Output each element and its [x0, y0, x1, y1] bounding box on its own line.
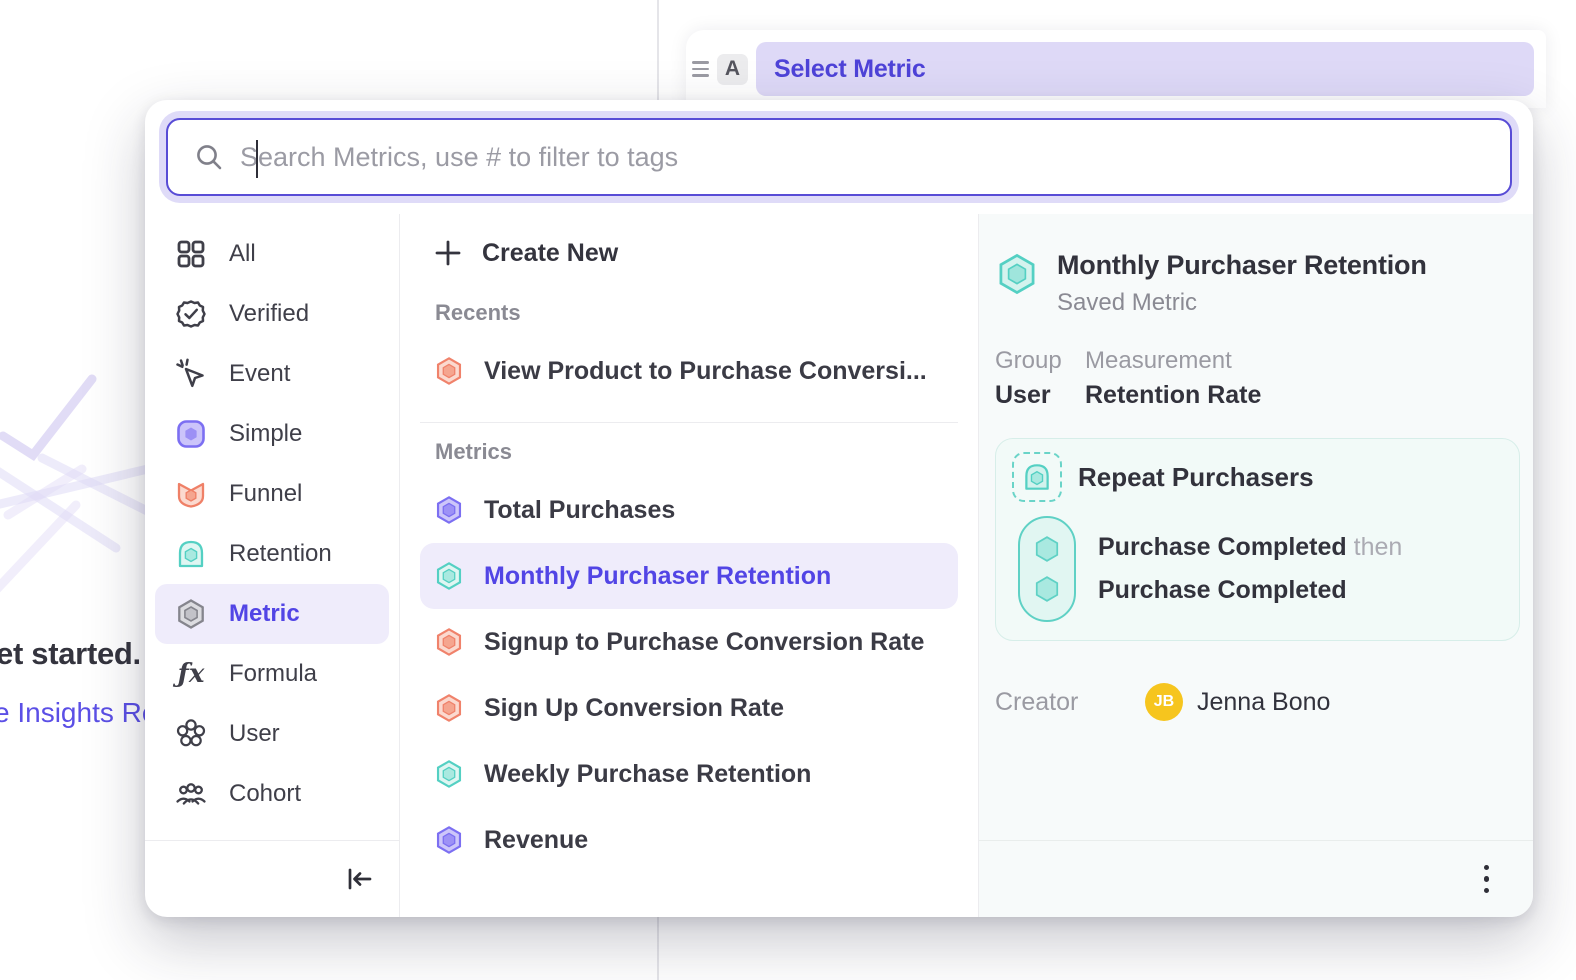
sidebar-item-label: Funnel	[229, 480, 302, 508]
group-label: Group	[995, 347, 1061, 375]
search-input[interactable]	[240, 142, 1492, 173]
grid-icon	[175, 238, 207, 270]
funnel-metric-hexagon-icon	[434, 356, 464, 386]
background-insights-link-fragment[interactable]: e Insights Re	[0, 697, 157, 729]
detail-meta: Group User Measurement Retention Rate	[995, 347, 1511, 410]
sidebar-item-funnel[interactable]: Funnel	[155, 464, 389, 524]
formula-fx-icon: ƒx	[175, 658, 207, 690]
funnel-metric-hexagon-icon	[434, 627, 464, 657]
step-1: Purchase Completed then	[1098, 533, 1402, 562]
section-divider	[420, 422, 958, 423]
creator-row: Creator JB Jenna Bono	[995, 683, 1511, 721]
teal-metric-hexagon-icon	[434, 759, 464, 789]
page: et started. e Insights Re A Select Metri…	[0, 0, 1576, 980]
metric-list-item[interactable]: Signup to Purchase Conversion Rate	[420, 609, 958, 675]
sidebar-item-verified[interactable]: Verified	[155, 284, 389, 344]
metric-item-label: Signup to Purchase Conversion Rate	[484, 628, 924, 657]
metric-item-label: Weekly Purchase Retention	[484, 760, 811, 789]
definition-name: Repeat Purchasers	[1078, 462, 1314, 493]
more-options-kebab-icon[interactable]	[1478, 859, 1496, 900]
metric-item-label: Total Purchases	[484, 496, 675, 525]
drag-handle-icon[interactable]	[692, 61, 709, 77]
metrics-section-label: Metrics	[435, 439, 958, 465]
series-a-badge: A	[717, 54, 748, 85]
definition-card: Repeat Purchasers	[995, 438, 1520, 641]
sidebar-item-label: Retention	[229, 540, 332, 568]
metric-hexagon-icon	[175, 598, 207, 630]
collapse-panel-button[interactable]	[345, 866, 375, 892]
sidebar-item-event[interactable]: Event	[155, 344, 389, 404]
measurement-value: Retention Rate	[1085, 381, 1261, 410]
sidebar-item-label: All	[229, 240, 256, 268]
sidebar-item-simple[interactable]: Simple	[155, 404, 389, 464]
then-connector: then	[1354, 533, 1403, 561]
sidebar-item-label: Metric	[229, 600, 300, 628]
creator-name: Jenna Bono	[1197, 688, 1330, 717]
select-metric-button[interactable]: Select Metric	[756, 42, 1534, 96]
sidebar-item-cohort[interactable]: Cohort	[155, 764, 389, 824]
metric-list-item[interactable]: Sign Up Conversion Rate	[420, 675, 958, 741]
step-hexagon-icon	[1033, 535, 1061, 563]
metric-list-item[interactable]: Revenue	[420, 807, 958, 873]
creator-label: Creator	[995, 688, 1145, 717]
funnel-metric-hexagon-icon	[434, 693, 464, 723]
teal-metric-hexagon-icon	[434, 561, 464, 591]
search-icon	[194, 142, 224, 172]
sidebar-item-metric[interactable]: Metric	[155, 584, 389, 644]
search-area	[145, 100, 1533, 214]
retention-arch-icon	[175, 538, 207, 570]
metric-item-label: Sign Up Conversion Rate	[484, 694, 784, 723]
user-cluster-icon	[175, 718, 207, 750]
metric-item-label: Revenue	[484, 826, 588, 855]
sidebar-item-label: Cohort	[229, 780, 301, 808]
sidebar-item-label: Event	[229, 360, 290, 388]
sidebar-footer	[145, 840, 399, 917]
metric-picker-modal: All Verified	[145, 100, 1533, 917]
sidebar-item-label: Verified	[229, 300, 309, 328]
purple-metric-hexagon-icon	[434, 495, 464, 525]
metric-slot-card: A Select Metric	[686, 30, 1546, 108]
step-2: Purchase Completed	[1098, 576, 1402, 605]
metric-list-panel: Create New Recents View Product to Purch…	[400, 214, 979, 917]
sidebar-item-all[interactable]: All	[155, 224, 389, 284]
collapse-panel-icon	[345, 866, 375, 892]
create-new-button[interactable]: Create New	[420, 222, 958, 284]
recents-section-label: Recents	[435, 300, 958, 326]
sidebar-item-label: User	[229, 720, 280, 748]
plus-icon	[434, 239, 462, 267]
purple-metric-hexagon-icon	[434, 825, 464, 855]
teal-metric-hexagon-icon	[995, 252, 1039, 317]
metric-list-item-selected[interactable]: Monthly Purchaser Retention	[420, 543, 958, 609]
sidebar-item-formula[interactable]: ƒx Formula	[155, 644, 389, 704]
filter-sidebar: All Verified	[145, 214, 400, 917]
recent-item-label: View Product to Purchase Conversi...	[484, 357, 927, 386]
verified-badge-icon	[175, 298, 207, 330]
detail-footer	[979, 840, 1533, 917]
funnel-icon	[175, 478, 207, 510]
step-hexagon-icon	[1033, 575, 1061, 603]
sidebar-item-retention[interactable]: Retention	[155, 524, 389, 584]
group-value: User	[995, 381, 1061, 410]
create-new-label: Create New	[482, 239, 618, 268]
background-headline-fragment: et started.	[0, 636, 141, 672]
metric-detail-panel: Monthly Purchaser Retention Saved Metric…	[979, 214, 1533, 917]
detail-subtitle: Saved Metric	[1057, 289, 1427, 317]
text-caret	[256, 140, 258, 178]
avatar: JB	[1145, 683, 1183, 721]
event-cursor-icon	[175, 358, 207, 390]
metric-list-item[interactable]: Weekly Purchase Retention	[420, 741, 958, 807]
simple-hexagon-icon	[175, 418, 207, 450]
sidebar-item-user[interactable]: User	[155, 704, 389, 764]
sidebar-item-label: Formula	[229, 660, 317, 688]
steps-capsule	[1018, 516, 1076, 622]
cohort-dashed-icon	[1012, 452, 1062, 502]
metric-item-label: Monthly Purchaser Retention	[484, 562, 831, 591]
search-box[interactable]	[166, 118, 1512, 196]
detail-title: Monthly Purchaser Retention	[1057, 250, 1427, 281]
recent-item[interactable]: View Product to Purchase Conversi...	[420, 338, 958, 404]
metric-list-item[interactable]: Total Purchases	[420, 477, 958, 543]
cohort-people-icon	[175, 778, 207, 810]
measurement-label: Measurement	[1085, 347, 1261, 375]
sidebar-item-label: Simple	[229, 420, 302, 448]
